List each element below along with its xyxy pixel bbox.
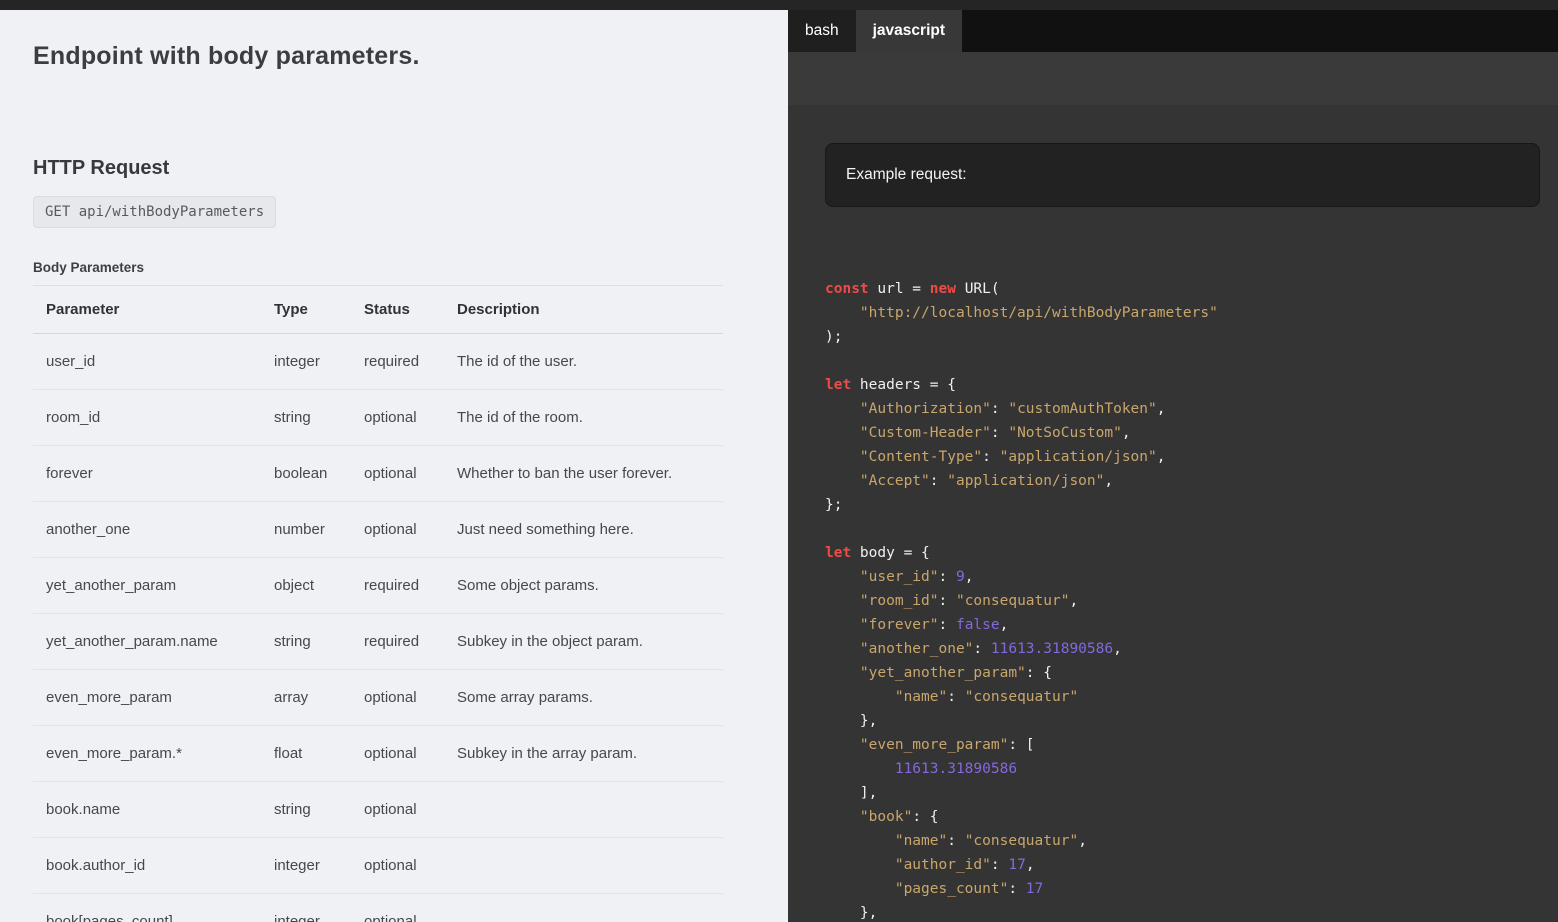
column-header: Parameter (33, 286, 261, 334)
table-cell: another_one (33, 502, 261, 558)
example-code: const url = new URL( "http://localhost/a… (825, 277, 1540, 922)
table-cell: yet_another_param.name (33, 614, 261, 670)
table-cell: The id of the room. (444, 390, 723, 446)
table-cell: object (261, 558, 351, 614)
table-cell (444, 782, 723, 838)
table-cell: optional (351, 782, 444, 838)
table-cell (444, 838, 723, 894)
table-row: user_idintegerrequiredThe id of the user… (33, 334, 723, 390)
column-header: Status (351, 286, 444, 334)
table-cell: optional (351, 502, 444, 558)
body-parameters-label: Body Parameters (33, 260, 755, 275)
table-cell: book[pages_count] (33, 894, 261, 922)
table-cell: user_id (33, 334, 261, 390)
table-row: book.namestringoptional (33, 782, 723, 838)
table-cell: Some array params. (444, 670, 723, 726)
table-cell: optional (351, 838, 444, 894)
table-cell: string (261, 614, 351, 670)
table-cell (444, 894, 723, 922)
table-cell: forever (33, 446, 261, 502)
page-layout: Endpoint with body parameters. HTTP Requ… (0, 10, 1558, 922)
example-request-box: Example request: (825, 143, 1540, 207)
table-cell: integer (261, 838, 351, 894)
table-cell: required (351, 558, 444, 614)
top-bar (0, 0, 1558, 10)
table-row: even_more_paramarrayoptionalSome array p… (33, 670, 723, 726)
table-cell: float (261, 726, 351, 782)
http-request-heading: HTTP Request (33, 157, 755, 180)
table-cell: room_id (33, 390, 261, 446)
table-cell: even_more_param.* (33, 726, 261, 782)
table-cell: Subkey in the object param. (444, 614, 723, 670)
table-cell: optional (351, 894, 444, 922)
table-cell: optional (351, 726, 444, 782)
column-header: Description (444, 286, 723, 334)
table-cell: integer (261, 894, 351, 922)
tab-bash[interactable]: bash (788, 10, 856, 52)
table-cell: Whether to ban the user forever. (444, 446, 723, 502)
table-cell: integer (261, 334, 351, 390)
table-cell: yet_another_param (33, 558, 261, 614)
param-table-body: user_idintegerrequiredThe id of the user… (33, 334, 723, 922)
code-header-band (788, 52, 1558, 105)
table-row: book[pages_count]integeroptional (33, 894, 723, 922)
table-cell: array (261, 670, 351, 726)
table-cell: book.author_id (33, 838, 261, 894)
table-row: foreverbooleanoptionalWhether to ban the… (33, 446, 723, 502)
table-row: yet_another_paramobjectrequiredSome obje… (33, 558, 723, 614)
table-row: book.author_idintegeroptional (33, 838, 723, 894)
table-row: even_more_param.*floatoptionalSubkey in … (33, 726, 723, 782)
code-panel: bashjavascript Example request: const ur… (788, 10, 1558, 922)
table-cell: Just need something here. (444, 502, 723, 558)
table-cell: The id of the user. (444, 334, 723, 390)
page-title: Endpoint with body parameters. (33, 42, 755, 71)
table-cell: optional (351, 446, 444, 502)
code-tabbar: bashjavascript (788, 10, 1558, 52)
table-cell: Subkey in the array param. (444, 726, 723, 782)
tab-javascript[interactable]: javascript (856, 10, 962, 52)
table-cell: optional (351, 390, 444, 446)
table-cell: number (261, 502, 351, 558)
table-cell: required (351, 334, 444, 390)
table-row: room_idstringoptionalThe id of the room. (33, 390, 723, 446)
table-row: another_onenumberoptionalJust need somet… (33, 502, 723, 558)
example-request-label: Example request: (846, 166, 967, 183)
docs-panel: Endpoint with body parameters. HTTP Requ… (0, 10, 788, 922)
body-parameters-table: ParameterTypeStatusDescription user_idin… (33, 285, 723, 922)
table-cell: string (261, 390, 351, 446)
param-table-header-row: ParameterTypeStatusDescription (33, 286, 723, 334)
code-scroll-area: Example request: const url = new URL( "h… (788, 105, 1558, 922)
column-header: Type (261, 286, 351, 334)
table-cell: string (261, 782, 351, 838)
table-row: yet_another_param.namestringrequiredSubk… (33, 614, 723, 670)
table-cell: boolean (261, 446, 351, 502)
table-cell: optional (351, 670, 444, 726)
table-cell: Some object params. (444, 558, 723, 614)
table-cell: required (351, 614, 444, 670)
table-cell: book.name (33, 782, 261, 838)
table-cell: even_more_param (33, 670, 261, 726)
endpoint-method-badge: GET api/withBodyParameters (33, 196, 276, 228)
